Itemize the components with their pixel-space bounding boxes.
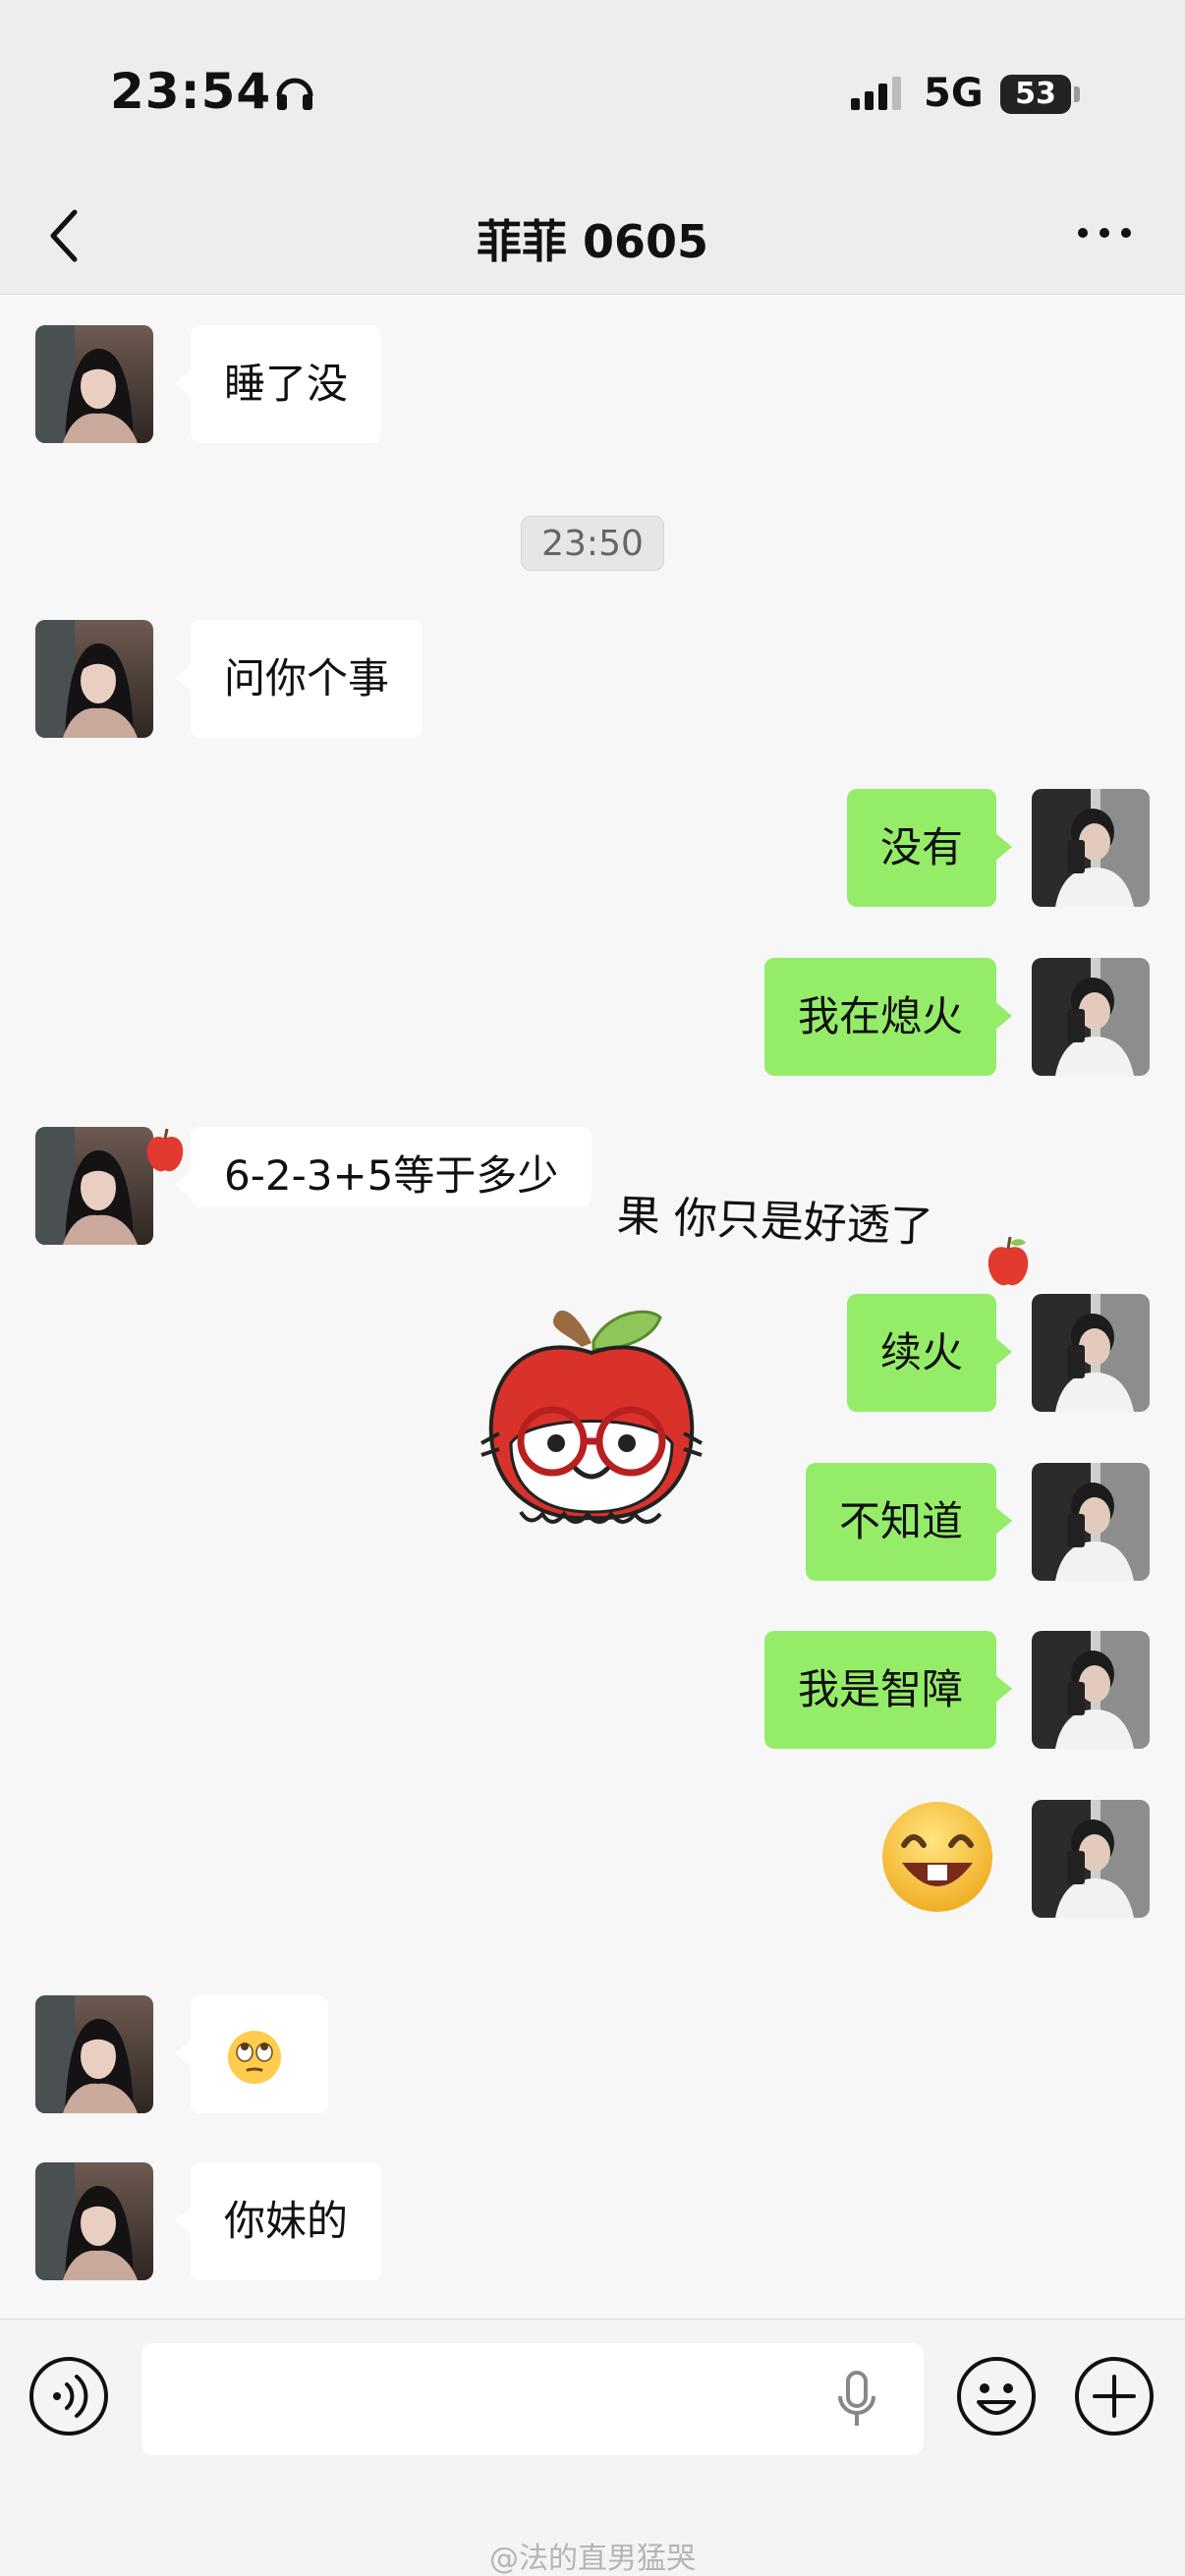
self-avatar[interactable] bbox=[1032, 958, 1150, 1076]
incoming-message[interactable]: 问你个事 bbox=[174, 620, 423, 738]
chat-header: 菲菲 0605 bbox=[0, 177, 1185, 295]
incoming-message[interactable]: 睡了没 bbox=[174, 325, 382, 443]
chat-title: 菲菲 0605 bbox=[476, 215, 709, 268]
contact-avatar[interactable] bbox=[35, 1127, 153, 1245]
more-options-icon[interactable] bbox=[1075, 218, 1134, 248]
outgoing-message[interactable]: 不知道 bbox=[805, 1463, 1013, 1581]
outgoing-message[interactable]: 没有 bbox=[846, 789, 1013, 907]
battery-level: 53 bbox=[1015, 77, 1056, 111]
status-bar: 23:54 5G 53 bbox=[0, 0, 1185, 177]
watermark: @法的直男猛哭 bbox=[489, 2542, 696, 2576]
add-attachment-button[interactable] bbox=[1073, 2355, 1156, 2437]
apple-icon bbox=[146, 1128, 184, 1172]
self-avatar[interactable] bbox=[1032, 789, 1150, 907]
self-avatar[interactable] bbox=[1032, 1631, 1150, 1749]
incoming-message[interactable]: 6-2-3+5等于多少 bbox=[174, 1127, 592, 1207]
contact-avatar[interactable] bbox=[35, 1995, 153, 2113]
incoming-message[interactable]: 你妹的 bbox=[174, 2162, 382, 2280]
headphone-icon bbox=[276, 78, 313, 110]
grinning-face-emoji[interactable] bbox=[876, 1800, 998, 1914]
apple-glasses-sticker[interactable] bbox=[452, 1296, 731, 1553]
eye-roll-emoji bbox=[228, 2031, 281, 2084]
network-type: 5G bbox=[924, 71, 984, 116]
message-timestamp: 23:50 bbox=[521, 516, 664, 571]
outgoing-message[interactable]: 续火 bbox=[846, 1294, 1013, 1412]
message-text-input[interactable] bbox=[141, 2343, 924, 2455]
message-list[interactable]: 睡了没 23:50 问你个事 没有 我在熄火 6-2-3+5等于多少 果 你只是… bbox=[0, 296, 1185, 2319]
cellular-signal-icon bbox=[851, 77, 901, 110]
microphone-icon[interactable] bbox=[835, 2369, 878, 2432]
sticker-caption: 果 你只是好透了 bbox=[616, 1191, 934, 1253]
self-avatar[interactable] bbox=[1032, 1800, 1150, 1918]
outgoing-message[interactable]: 我是智障 bbox=[763, 1631, 1013, 1749]
outgoing-message[interactable]: 我在熄火 bbox=[763, 958, 1013, 1076]
emoji-button[interactable] bbox=[955, 2355, 1038, 2437]
input-bar: @法的直男猛哭 bbox=[0, 2319, 1185, 2576]
self-avatar[interactable] bbox=[1032, 1463, 1150, 1581]
contact-avatar[interactable] bbox=[35, 2162, 153, 2280]
contact-avatar[interactable] bbox=[35, 325, 153, 443]
contact-avatar[interactable] bbox=[35, 620, 153, 738]
voice-input-button[interactable] bbox=[28, 2355, 110, 2437]
battery-icon: 53 bbox=[1000, 75, 1071, 114]
incoming-message[interactable] bbox=[175, 1995, 328, 2113]
status-time: 23:54 bbox=[110, 63, 272, 120]
battery-nub bbox=[1074, 86, 1080, 102]
apple-icon bbox=[988, 1236, 1029, 1286]
self-avatar[interactable] bbox=[1032, 1294, 1150, 1412]
